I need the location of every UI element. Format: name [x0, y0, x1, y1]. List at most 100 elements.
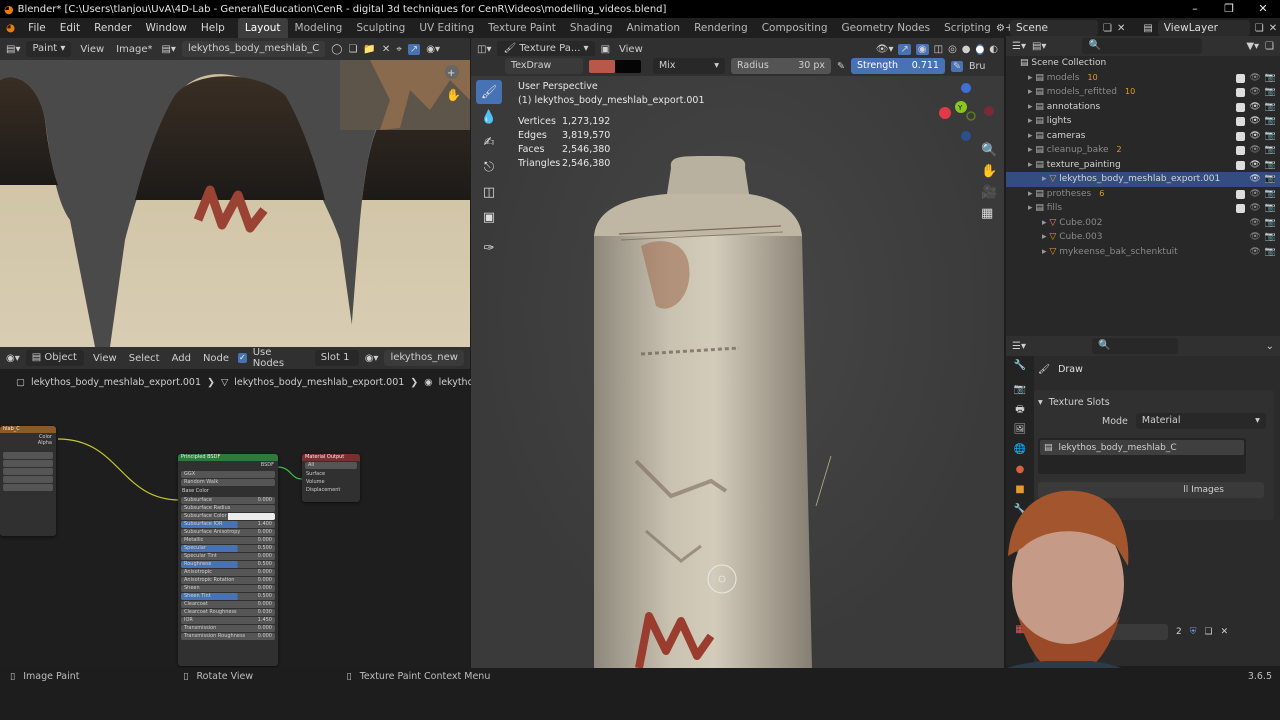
outliner-item[interactable]: ▸ ▤ cameras 👁 📷: [1006, 129, 1280, 144]
eye-icon[interactable]: 👁: [1249, 201, 1260, 216]
draw-tool-icon[interactable]: 🖌: [476, 80, 502, 104]
menu-file[interactable]: File: [21, 18, 53, 38]
render-camera-icon[interactable]: 📷: [1265, 158, 1276, 173]
outliner-item[interactable]: ▸ ▽ lekythos_body_meshlab_export.001 👁 📷: [1006, 172, 1280, 187]
bsdf-input-row[interactable]: Transmission Roughness 0.000: [181, 633, 275, 640]
exclude-checkbox[interactable]: [1236, 146, 1246, 155]
bsdf-input-row[interactable]: Clearcoat Roughness 0.030: [181, 609, 275, 616]
display-mode-icon[interactable]: ▤▾: [1032, 41, 1046, 52]
bsdf-input-row[interactable]: Transmission 0.000: [181, 625, 275, 632]
tab-layout[interactable]: Layout: [237, 18, 288, 38]
outliner-item[interactable]: ▸ ▤ texture_painting 👁 📷: [1006, 158, 1280, 173]
bsdf-input-row[interactable]: Sheen 0.000: [181, 585, 275, 592]
eye-icon[interactable]: 👁: [1249, 230, 1260, 245]
fake-user-shield-icon[interactable]: ⛨: [1190, 627, 1197, 637]
render-camera-icon[interactable]: 📷: [1265, 100, 1276, 115]
navigation-gizmo[interactable]: Y: [933, 80, 999, 142]
menu-select[interactable]: Select: [126, 353, 163, 364]
unlink-texture-icon[interactable]: ✕: [1221, 627, 1229, 637]
menu-add[interactable]: Add: [169, 353, 194, 364]
outliner-item[interactable]: ▸ ▤ models 10 👁 📷: [1006, 71, 1280, 86]
outliner-type-icon[interactable]: ☰▾: [1012, 41, 1026, 52]
tab-animation[interactable]: Animation: [620, 18, 688, 38]
render-camera-icon[interactable]: 📷: [1265, 172, 1276, 187]
duplicate-texture-icon[interactable]: ❏: [1205, 627, 1213, 637]
exclude-checkbox[interactable]: [1236, 204, 1246, 213]
gizmo-icon[interactable]: ↗: [898, 43, 911, 55]
menu-image[interactable]: Image*: [113, 44, 155, 55]
outliner-item[interactable]: ▸ ▤ models_refitted 10 👁 📷: [1006, 85, 1280, 100]
exclude-checkbox[interactable]: [1236, 131, 1246, 141]
brush-selector[interactable]: TexDraw: [505, 58, 583, 74]
hand-pan-icon[interactable]: ✋: [981, 164, 997, 179]
outliner-item[interactable]: ▸ ▤ cleanup_bake 2 👁 📷: [1006, 143, 1280, 158]
paint-mask-icon[interactable]: ▣: [601, 44, 610, 55]
menu-edit[interactable]: Edit: [53, 18, 87, 38]
zoom-icon[interactable]: 🔍: [981, 143, 997, 158]
eye-icon[interactable]: 👁: [1249, 114, 1260, 129]
overlay-icon[interactable]: ◉▾: [426, 44, 440, 55]
scene-tab-icon[interactable]: 🌐: [1008, 440, 1032, 460]
delete-scene-icon[interactable]: ✕: [1117, 23, 1125, 34]
bsdf-input-row[interactable]: Sheen Tint 0.500: [181, 593, 275, 600]
exclude-checkbox[interactable]: [1236, 160, 1246, 170]
tab-compositing[interactable]: Compositing: [755, 18, 835, 38]
overlays-icon[interactable]: ◉: [915, 43, 929, 55]
node-editor-canvas[interactable]: hlab_C Color Alpha Principled BSDF BSDF …: [0, 394, 470, 668]
render-tab-icon[interactable]: 📷: [1008, 380, 1032, 400]
clone-tool-icon[interactable]: ⎋: [476, 155, 502, 179]
tab-geometry-nodes[interactable]: Geometry Nodes: [835, 18, 938, 38]
scene-collection-row[interactable]: ▤ Scene Collection: [1006, 56, 1280, 71]
camera-icon[interactable]: 🎥: [981, 185, 997, 200]
render-camera-icon[interactable]: 📷: [1265, 187, 1276, 202]
menu-view-viewport[interactable]: View: [616, 44, 646, 55]
texture-slot-item[interactable]: ▤ lekythos_body_meshlab_C: [1040, 440, 1244, 455]
tab-sculpting[interactable]: Sculpting: [349, 18, 412, 38]
tool-tab-icon[interactable]: 🔧: [1008, 356, 1032, 376]
view-mode-icon[interactable]: ↗: [407, 43, 421, 55]
world-tab-icon[interactable]: ●: [1008, 460, 1032, 480]
bsdf-input-row[interactable]: Anisotropic Rotation 0.000: [181, 577, 275, 584]
fake-user-icon[interactable]: ◯: [331, 44, 342, 55]
tab-scripting[interactable]: Scripting: [937, 18, 998, 38]
tab-shading[interactable]: Shading: [563, 18, 620, 38]
eye-icon[interactable]: 👁: [1249, 245, 1260, 260]
hand-pan-icon[interactable]: ✋: [446, 88, 461, 102]
outliner-item[interactable]: ▸ ▤ protheses 6 👁 📷: [1006, 187, 1280, 202]
outliner-search-input[interactable]: 🔍: [1082, 38, 1203, 54]
duplicate-image-icon[interactable]: ❏: [348, 44, 357, 55]
bsdf-input-row[interactable]: Subsurface Color: [181, 513, 275, 520]
viewport-editor-type-icon[interactable]: ◫▾: [477, 44, 491, 55]
exclude-checkbox[interactable]: [1236, 189, 1246, 199]
new-view-layer-icon[interactable]: ❏: [1255, 23, 1264, 34]
render-camera-icon[interactable]: 📷: [1265, 85, 1276, 100]
eye-icon[interactable]: 👁: [1249, 129, 1260, 144]
render-camera-icon[interactable]: 📷: [1265, 245, 1276, 260]
unlink-image-icon[interactable]: ✕: [382, 44, 390, 55]
image-editor-canvas[interactable]: + ✋: [0, 60, 470, 347]
outliner-item[interactable]: ▸ ▽ Cube.002 👁 📷: [1006, 216, 1280, 231]
menu-render[interactable]: Render: [87, 18, 138, 38]
bsdf-input-row[interactable]: Metallic 0.000: [181, 537, 275, 544]
maximize-button[interactable]: ❐: [1212, 0, 1246, 18]
image-browse-icon[interactable]: ▤▾: [161, 44, 175, 55]
render-camera-icon[interactable]: 📷: [1265, 201, 1276, 216]
solid-shading-icon[interactable]: ●: [962, 44, 971, 55]
eye-icon[interactable]: 👁: [1249, 187, 1260, 202]
bsdf-input-row[interactable]: Clearcoat 0.000: [181, 601, 275, 608]
eye-icon[interactable]: 👁: [1249, 85, 1260, 100]
material-sphere-icon[interactable]: ◉▾: [365, 353, 379, 364]
outliner-item[interactable]: ▸ ▤ lights 👁 📷: [1006, 114, 1280, 129]
breadcrumb-mesh[interactable]: lekythos_body_meshlab_export.001: [234, 377, 404, 388]
object-dropdown[interactable]: ▤ Object ▾: [25, 350, 84, 379]
new-collection-icon[interactable]: ❏: [1265, 41, 1274, 52]
subsurface-method-dropdown[interactable]: Random Walk: [181, 479, 275, 486]
properties-type-icon[interactable]: ☰▾: [1012, 341, 1026, 352]
exclude-checkbox[interactable]: [1236, 73, 1246, 83]
bsdf-input-row[interactable]: Anisotropic 0.000: [181, 569, 275, 576]
blender-menu-icon[interactable]: ◕: [0, 22, 21, 34]
outliner-item[interactable]: ▸ ▤ annotations 👁 📷: [1006, 100, 1280, 115]
brush-color-swatch[interactable]: [589, 59, 615, 73]
image-texture-node[interactable]: hlab_C Color Alpha: [0, 426, 56, 536]
render-camera-icon[interactable]: 📷: [1265, 114, 1276, 129]
